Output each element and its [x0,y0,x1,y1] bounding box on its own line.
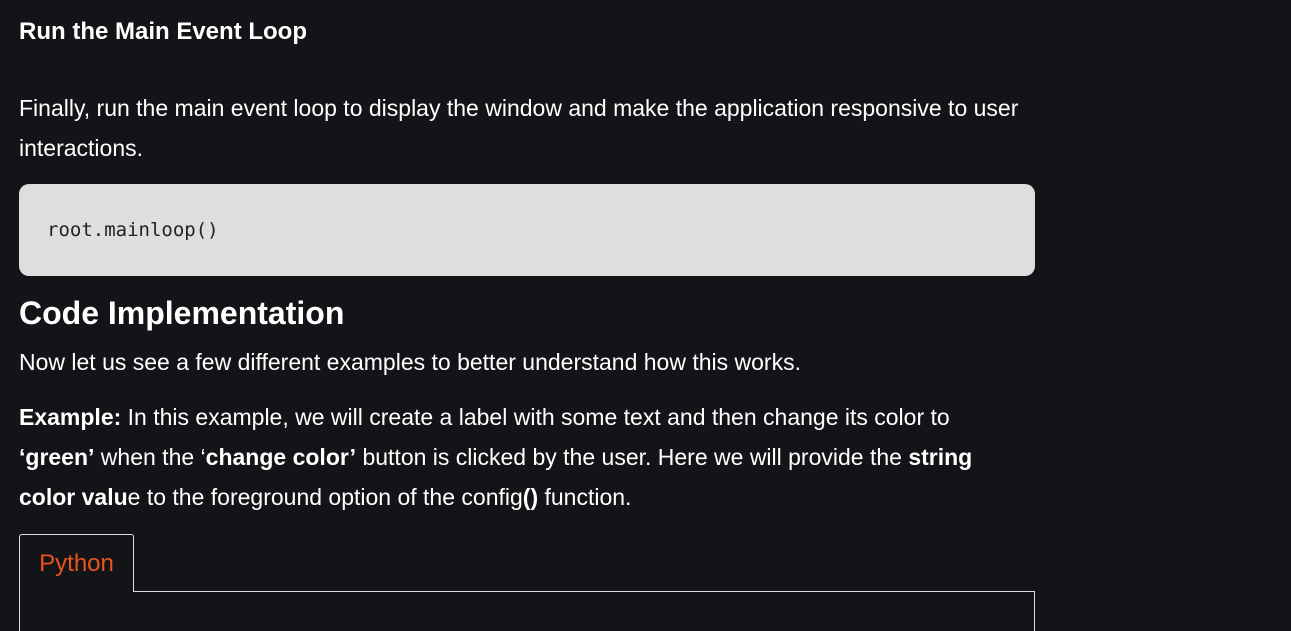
tab-python[interactable]: Python [19,534,134,592]
section-heading: Run the Main Event Loop [19,18,307,45]
bold-text: ‘green’ [19,444,95,470]
text: e to the foreground option of the config [127,484,523,510]
text: In this example, we will create a label … [121,404,950,430]
intro-paragraph: Finally, run the main event loop to disp… [19,95,1019,161]
text: function. [538,484,632,510]
code-panel [19,591,1035,631]
tab-label: Python [39,549,114,577]
bold-text: change color’ [205,444,357,470]
code-text: root.mainloop() [47,219,219,241]
example-label: Example: [19,404,122,430]
page-section-title: Code Implementation [19,295,345,331]
code-block: root.mainloop() [19,184,1035,276]
text: button is clicked by the user. Here we w… [356,444,909,470]
example-paragraph: Example: In this example, we will create… [19,397,999,517]
text: when the ‘ [94,444,206,470]
bold-text: () [522,484,539,510]
lead-paragraph: Now let us see a few different examples … [19,349,801,375]
